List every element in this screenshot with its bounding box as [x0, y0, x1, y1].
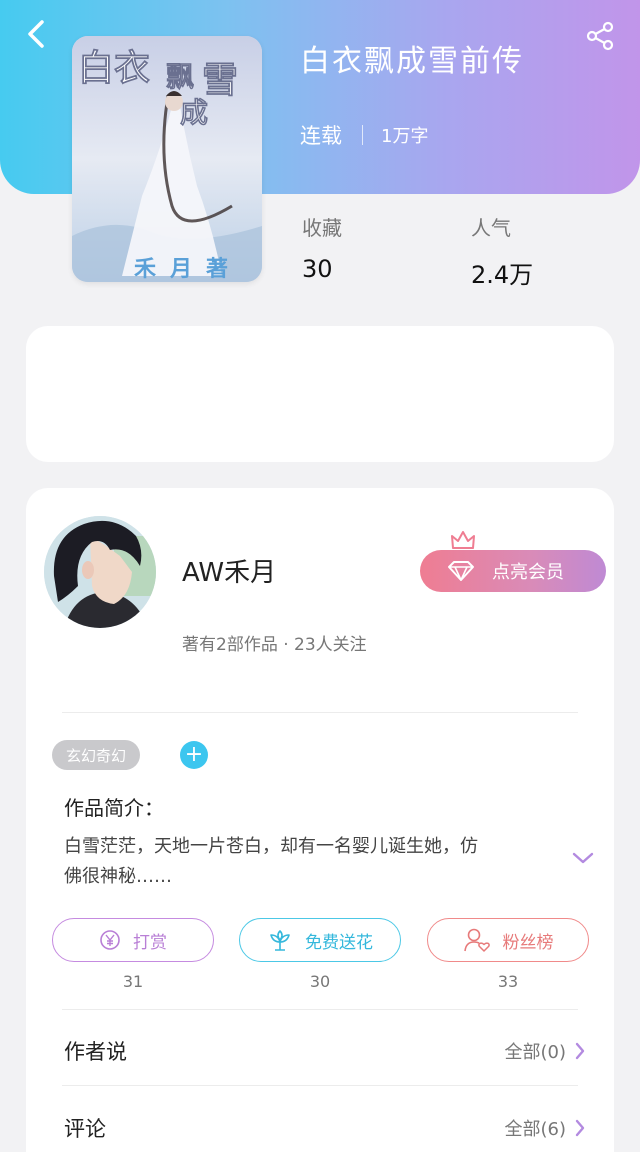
fan-ranking-button[interactable]: 粉丝榜 [427, 918, 589, 962]
book-meta: 连载 1万字 [300, 120, 428, 150]
favorites-stat: 收藏 30 [302, 212, 342, 283]
flower-count: 30 [309, 972, 331, 991]
reward-count: 31 [122, 972, 144, 991]
author-say-more[interactable]: 全部(0) [505, 1038, 587, 1064]
author-say-row[interactable]: 作者说 全部(0) [64, 1031, 586, 1071]
book-detail-page: 白衣 飘 雪 成 禾月著 白衣飘成雪前传 连载 1万字 收藏 30 人气 2.4… [0, 0, 640, 1152]
empty-card [26, 326, 614, 462]
meta-divider [362, 125, 363, 145]
book-title: 白衣飘成雪前传 [300, 44, 524, 79]
author-stats: 著有2部作品 · 23人关注 [182, 635, 367, 655]
section-divider [62, 1085, 578, 1086]
cover-title-part1: 白衣 [78, 47, 150, 89]
word-count: 1万字 [381, 126, 429, 147]
section-divider [62, 1009, 578, 1010]
back-button[interactable] [18, 16, 54, 52]
favorites-value: 30 [302, 255, 333, 283]
comments-title: 评论 [64, 1117, 106, 1141]
popularity-stat: 人气 2.4万 [471, 212, 533, 290]
chevron-down-icon [572, 852, 594, 864]
favorites-label: 收藏 [302, 216, 342, 240]
genre-tag[interactable]: 玄幻奇幻 [52, 740, 141, 770]
comments-row[interactable]: 评论 全部(6) [64, 1108, 586, 1148]
author-say-count: 全部(0) [504, 1042, 567, 1063]
intro-title: 作品简介： [64, 796, 164, 820]
share-button[interactable] [580, 16, 620, 56]
chevron-right-icon [574, 1118, 586, 1138]
send-flower-label: 免费送花 [305, 932, 373, 953]
reward-button[interactable]: 打赏 [52, 918, 214, 962]
comments-more[interactable]: 全部(6) [505, 1115, 587, 1141]
popularity-value: 2.4万 [471, 261, 534, 289]
serial-status: 连载 [300, 124, 342, 148]
expand-intro-button[interactable] [572, 850, 594, 869]
vip-button-label: 点亮会员 [492, 562, 564, 583]
cover-title-part4: 成 [180, 96, 208, 129]
yen-coin-icon [99, 929, 121, 951]
author-name[interactable]: AW禾月 [182, 552, 276, 589]
fan-ranking-label: 粉丝榜 [502, 932, 554, 953]
comments-count: 全部(6) [504, 1119, 567, 1140]
cover-title-part3: 雪 [202, 59, 238, 101]
share-icon [586, 21, 614, 51]
cover-illustration: 白衣 飘 雪 成 禾月著 [72, 36, 262, 282]
vip-button[interactable]: 点亮会员 [420, 550, 606, 592]
chevron-left-icon [28, 20, 44, 48]
add-tag-button[interactable]: + [180, 741, 208, 769]
section-divider [62, 712, 578, 713]
fan-count: 33 [497, 972, 519, 991]
author-work-card: AW禾月 点亮会员 著有2部作品 · 23人关注 玄幻奇幻 + 作品简介： 白雪… [26, 488, 614, 1152]
cover-author: 禾月著 [134, 256, 242, 282]
reward-label: 打赏 [133, 932, 167, 953]
intro-text: 白雪茫茫，天地一片苍白，却有一名婴儿诞生她，仿佛很神秘…… [64, 836, 478, 887]
user-heart-icon [463, 927, 491, 953]
chevron-right-icon [574, 1041, 586, 1061]
popularity-label: 人气 [471, 216, 511, 240]
book-cover[interactable]: 白衣 飘 雪 成 禾月著 [72, 36, 262, 282]
cover-title-part2: 飘 [166, 60, 194, 93]
diamond-icon [446, 560, 476, 582]
crown-icon [451, 531, 475, 549]
send-flower-button[interactable]: 免费送花 [239, 918, 401, 962]
flower-icon [267, 928, 293, 952]
author-say-title: 作者说 [64, 1040, 127, 1064]
author-avatar[interactable] [44, 516, 156, 628]
avatar-illustration [44, 516, 156, 628]
